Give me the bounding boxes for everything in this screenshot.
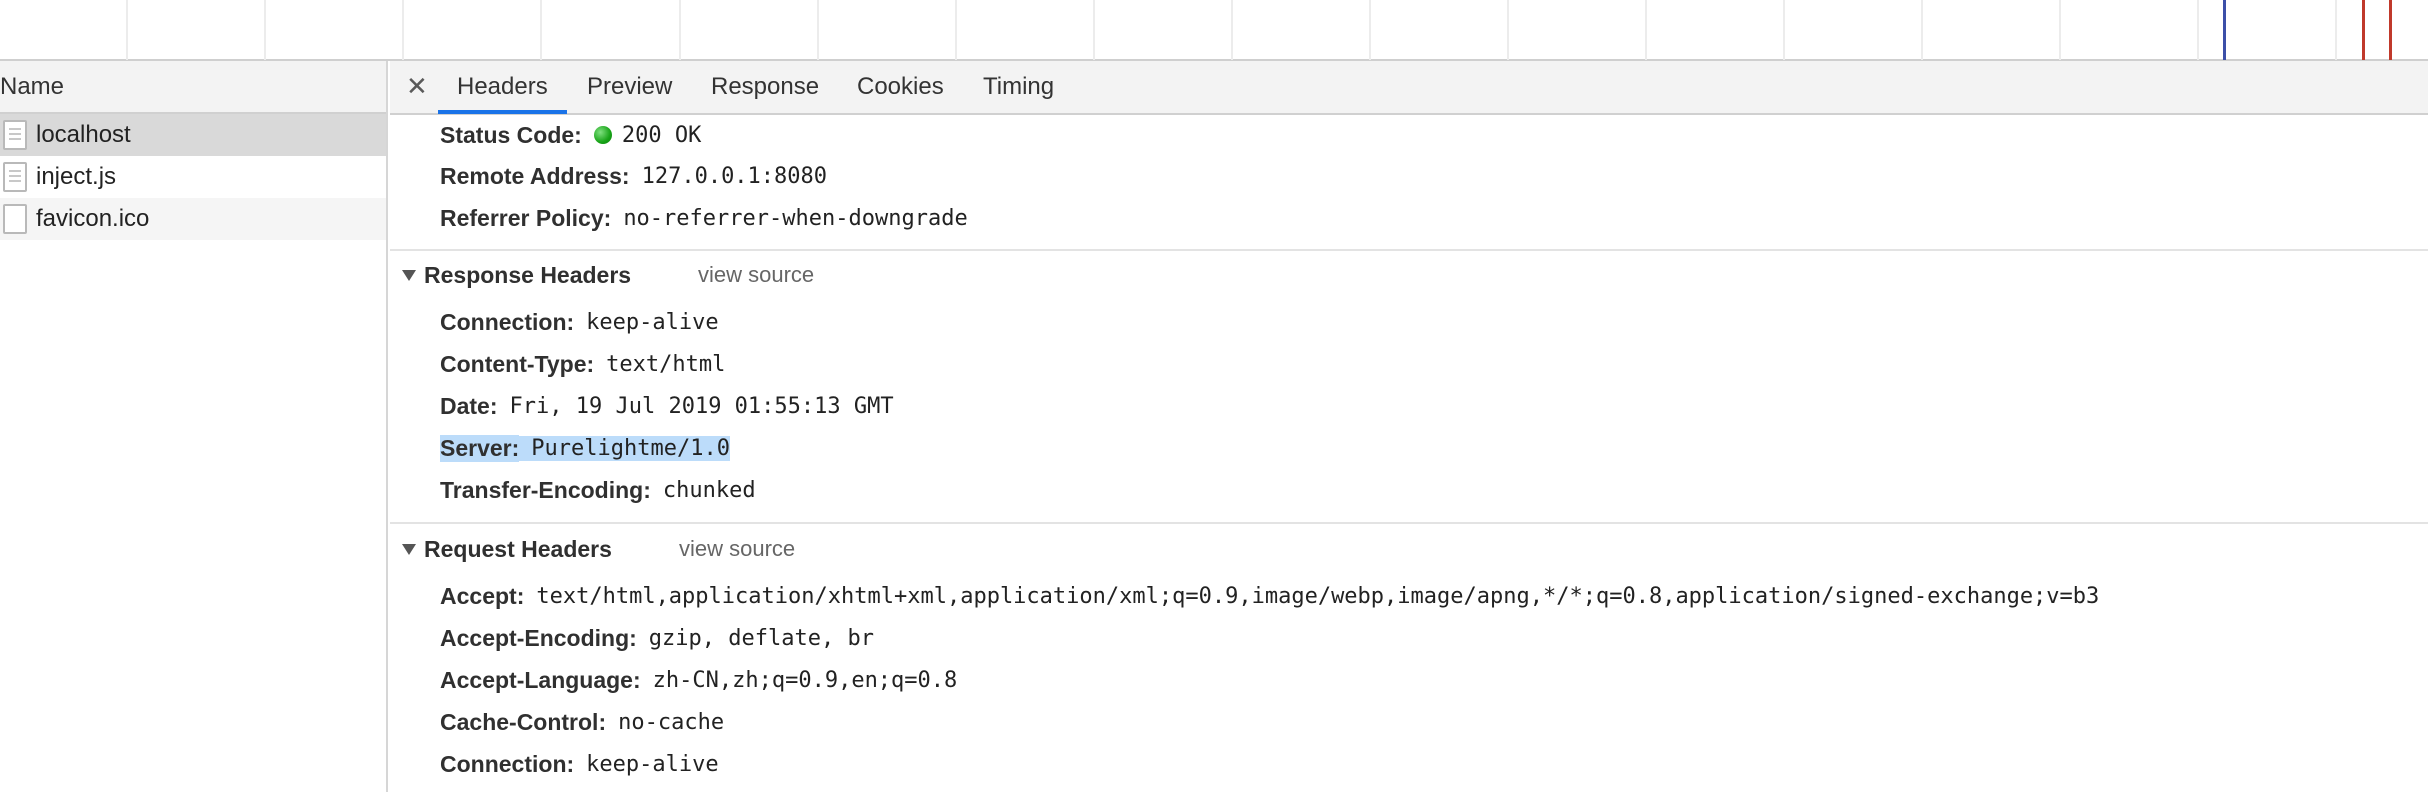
section-title: Request Headers [424, 535, 612, 562]
header-value: zh-CN,zh;q=0.9,en;q=0.8 [652, 667, 958, 693]
request-row-localhost[interactable]: localhost [0, 114, 386, 156]
header-value: 127.0.0.1:8080 [641, 163, 828, 189]
header-key: Remote Address: [440, 162, 630, 189]
header-key: Status Code: [440, 121, 582, 148]
request-row-inject-js[interactable]: inject.js [0, 156, 386, 198]
timeline-grid-line [955, 0, 957, 60]
view-source-link[interactable]: view source [698, 255, 814, 295]
section-title: Response Headers [424, 261, 632, 288]
view-source-link[interactable]: view source [679, 529, 795, 569]
header-value: Purelightme/1.0 [519, 435, 730, 461]
header-value: text/html [606, 351, 726, 377]
tab-response[interactable]: Response [711, 61, 819, 113]
header-value: gzip, deflate, br [648, 625, 874, 651]
header-row[interactable]: Accept-Language: zh-CN,zh;q=0.9,en;q=0.8 [440, 660, 957, 700]
header-row[interactable]: Date: Fri, 19 Jul 2019 01:55:13 GMT [440, 386, 894, 426]
timeline-grid-line [817, 0, 819, 60]
timeline-grid-line [679, 0, 681, 60]
header-row-selected[interactable]: Server: Purelightme/1.0 [440, 428, 730, 468]
header-key: Accept-Language: [440, 666, 641, 693]
devtools-network-panel: Name localhost inject.js favicon.ico ✕ H… [0, 0, 2428, 792]
section-divider [390, 249, 2428, 251]
header-row-remote-address[interactable]: Remote Address: 127.0.0.1:8080 [440, 156, 827, 196]
status-ok-icon [593, 126, 612, 144]
header-value: no-referrer-when-downgrade [623, 205, 968, 231]
header-value: keep-alive [586, 751, 719, 777]
name-column-header[interactable]: Name [0, 61, 386, 114]
header-row-referrer-policy[interactable]: Referrer Policy: no-referrer-when-downgr… [440, 198, 968, 238]
request-name: localhost [36, 121, 131, 148]
header-row[interactable]: Cache-Control: no-cache [440, 702, 724, 742]
close-icon[interactable]: ✕ [406, 71, 428, 101]
load-event-marker [2389, 0, 2392, 60]
header-key: Connection: [440, 750, 575, 777]
network-overview-timeline[interactable] [0, 0, 2428, 61]
header-value: text/html,application/xhtml+xml,applicat… [536, 583, 2100, 609]
header-row[interactable]: Transfer-Encoding: chunked [440, 470, 756, 510]
header-row[interactable]: Content-Type: text/html [440, 344, 725, 384]
header-key: Content-Type: [440, 350, 595, 377]
timeline-grid-line [402, 0, 404, 60]
request-list-pane: Name localhost inject.js favicon.ico [0, 61, 388, 792]
tab-label: Response [711, 73, 820, 100]
timeline-grid-line [540, 0, 542, 60]
tab-label: Cookies [857, 73, 944, 100]
timeline-grid-line [264, 0, 266, 60]
header-value: 200 OK [621, 122, 702, 148]
tab-label: Headers [457, 73, 548, 100]
header-key: Transfer-Encoding: [440, 476, 651, 503]
header-row[interactable]: Accept-Encoding: gzip, deflate, br [440, 618, 874, 658]
timeline-grid-line [126, 0, 128, 60]
details-tabbar: ✕ Headers Preview Response Cookies Timin… [390, 61, 2428, 115]
response-headers-section-toggle[interactable]: Response Headers [402, 255, 631, 295]
header-key: Accept-Encoding: [440, 624, 637, 651]
header-row-status-code[interactable]: Status Code: 200 OK [440, 115, 701, 155]
document-icon [3, 120, 27, 150]
blank-file-icon [3, 204, 27, 234]
request-details-pane: ✕ Headers Preview Response Cookies Timin… [390, 61, 2428, 792]
header-key: Connection: [440, 308, 575, 335]
header-row[interactable]: Accept: text/html,application/xhtml+xml,… [440, 576, 2099, 616]
header-key: Date: [440, 392, 498, 419]
timeline-grid-line [1093, 0, 1095, 60]
header-value: keep-alive [586, 309, 719, 335]
request-name: favicon.ico [36, 205, 150, 232]
timeline-grid-line [2335, 0, 2337, 60]
timeline-grid-line [1921, 0, 1923, 60]
header-key: Accept: [440, 582, 525, 609]
request-headers-section-toggle[interactable]: Request Headers [402, 529, 612, 569]
view-source-label: view source [679, 536, 796, 561]
section-divider [390, 522, 2428, 524]
tab-timing[interactable]: Timing [983, 61, 1054, 113]
script-file-icon [3, 162, 27, 192]
timeline-grid-line [1369, 0, 1371, 60]
view-source-label: view source [698, 262, 815, 287]
expand-triangle-icon [402, 269, 416, 281]
name-column-label: Name [0, 72, 65, 100]
header-value: Fri, 19 Jul 2019 01:55:13 GMT [509, 393, 894, 419]
request-row-favicon-ico[interactable]: favicon.ico [0, 198, 386, 240]
tab-label: Preview [587, 73, 673, 100]
dom-content-loaded-marker [2223, 0, 2226, 60]
tab-label: Timing [983, 73, 1055, 100]
header-row[interactable]: Connection: keep-alive [440, 744, 719, 784]
header-value: no-cache [618, 709, 725, 735]
header-key: Referrer Policy: [440, 204, 612, 231]
timeline-grid-line [2197, 0, 2199, 60]
timeline-grid-line [1783, 0, 1785, 60]
header-key: Cache-Control: [440, 708, 607, 735]
tab-headers[interactable]: Headers [438, 61, 567, 114]
timeline-grid-line [2059, 0, 2061, 60]
timeline-grid-line [1645, 0, 1647, 60]
header-key: Server: [440, 434, 520, 462]
header-row[interactable]: Connection: keep-alive [440, 302, 719, 342]
timeline-grid-line [1507, 0, 1509, 60]
tab-cookies[interactable]: Cookies [857, 61, 944, 113]
expand-triangle-icon [402, 543, 416, 555]
timeline-grid-line [1231, 0, 1233, 60]
tab-preview[interactable]: Preview [587, 61, 672, 113]
load-event-marker [2362, 0, 2365, 60]
header-value: chunked [662, 477, 756, 503]
request-name: inject.js [36, 163, 117, 190]
